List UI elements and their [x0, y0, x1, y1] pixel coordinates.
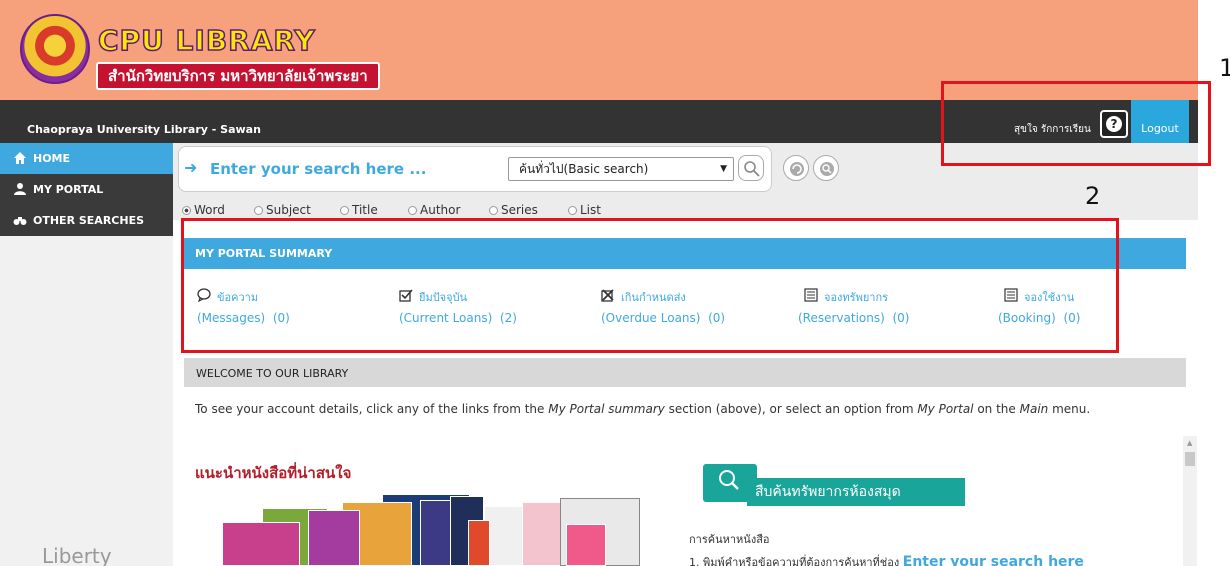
site-name: Chaopraya University Library - Sawan	[27, 123, 261, 136]
page: CPU LIBRARY สำนักวิทยบริการ มหาวิทยาลัยเ…	[0, 0, 1230, 566]
radio-dot-icon	[408, 206, 417, 215]
annotation-number-1: 1	[1219, 54, 1230, 82]
sidebar-item-label: HOME	[33, 152, 71, 165]
sidebar-item-home[interactable]: HOME	[0, 143, 173, 174]
binoculars-icon	[13, 217, 27, 225]
annotation-number-2: 2	[1085, 182, 1101, 210]
annotation-box-1	[941, 81, 1211, 166]
library-logo-title[interactable]: CPU LIBRARY	[97, 23, 316, 58]
radio-dot-icon	[182, 206, 191, 215]
annotation-box-2	[181, 218, 1119, 353]
howto-step: 1. พิมพ์คำหรือข้อความที่ต้องการค้นหาที่ช…	[689, 553, 1084, 566]
recommended-books-title: แนะนำหนังสือที่น่าสนใจ	[195, 464, 352, 482]
book-cover	[468, 520, 490, 566]
radio-label: Author	[420, 203, 461, 217]
sidebar-item-my-portal[interactable]: MY PORTAL	[0, 174, 173, 205]
radio-subject[interactable]: Subject	[254, 203, 311, 217]
arrow-right-icon: ➜	[184, 158, 198, 177]
radio-author[interactable]: Author	[408, 203, 460, 217]
chevron-down-icon: ▼	[720, 164, 727, 174]
sidebar-item-other-searches[interactable]: OTHER SEARCHES	[0, 205, 173, 236]
radio-label: Title	[352, 203, 378, 217]
book-cover	[566, 524, 606, 566]
sidebar-item-label: OTHER SEARCHES	[33, 214, 145, 227]
welcome-text-emphasis: My Portal	[917, 402, 974, 416]
welcome-text-part: To see your account details, click any o…	[195, 402, 549, 416]
advanced-search-button[interactable]	[813, 155, 839, 181]
home-icon	[14, 152, 26, 164]
radio-list[interactable]: List	[568, 203, 601, 217]
university-seal-logo[interactable]	[20, 14, 90, 84]
sidebar-item-label: MY PORTAL	[33, 183, 104, 196]
howto-step-highlight: Enter your search here	[902, 554, 1084, 566]
library-search-banner[interactable]: สืบค้นทรัพยากรห้องสมุด	[703, 464, 965, 506]
radio-label: Series	[501, 203, 538, 217]
book-cover	[222, 522, 300, 566]
howto-title: การค้นหาหนังสือ	[689, 533, 770, 546]
welcome-text-emphasis: Main	[1019, 402, 1049, 416]
reset-button[interactable]	[783, 155, 809, 181]
search-button[interactable]	[738, 155, 764, 181]
user-icon	[14, 183, 26, 195]
welcome-title: WELCOME TO OUR LIBRARY	[196, 367, 349, 380]
search-type-value: ค้นทั่วไป(Basic search)	[519, 162, 649, 176]
radio-label: List	[580, 203, 601, 217]
welcome-text-part: menu.	[1048, 402, 1091, 416]
scrollbar-thumb[interactable]	[1185, 452, 1195, 466]
search-icon	[744, 161, 760, 177]
welcome-text: To see your account details, click any o…	[195, 402, 1090, 416]
radio-label: Subject	[266, 203, 311, 217]
book-cover	[308, 510, 360, 566]
search-type-select[interactable]: ค้นทั่วไป(Basic search) ▼	[508, 157, 734, 181]
welcome-text-emphasis: My Portal summary	[548, 402, 665, 416]
search-banner-label: สืบค้นทรัพยากรห้องสมุด	[747, 478, 965, 506]
radio-title[interactable]: Title	[340, 203, 378, 217]
radio-label: Word	[194, 203, 225, 217]
radio-series[interactable]: Series	[489, 203, 538, 217]
radio-dot-icon	[340, 206, 349, 215]
recommended-books-image[interactable]	[222, 492, 647, 566]
howto-step-text: 1. พิมพ์คำหรือข้อความที่ต้องการค้นหาที่ช…	[689, 556, 900, 566]
radio-word[interactable]: Word	[182, 203, 225, 217]
radio-dot-icon	[489, 206, 498, 215]
scroll-up-icon[interactable]: ▲	[1187, 439, 1192, 447]
liberty-footer-text: Liberty	[42, 544, 112, 566]
radio-dot-icon	[254, 206, 263, 215]
radio-dot-icon	[568, 206, 577, 215]
undo-icon	[790, 162, 804, 176]
welcome-text-part: on the	[973, 402, 1020, 416]
search-input[interactable]: Enter your search here ...	[210, 160, 426, 178]
advanced-search-icon	[820, 162, 834, 176]
welcome-text-part: section (above), or select an option fro…	[664, 402, 918, 416]
content-scrollbar[interactable]: ▲	[1183, 436, 1197, 566]
welcome-header: WELCOME TO OUR LIBRARY	[184, 358, 1186, 387]
library-logo-subtitle: สำนักวิทยบริการ มหาวิทยาลัยเจ้าพระยา	[96, 62, 380, 90]
